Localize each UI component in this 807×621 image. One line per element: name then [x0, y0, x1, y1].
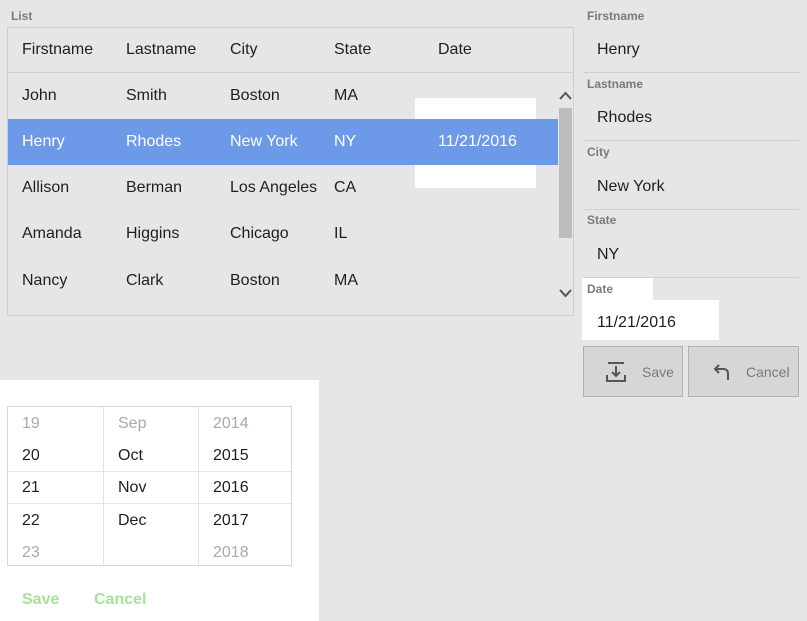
month-option-selected[interactable]: Nov [118, 479, 146, 497]
month-option[interactable]: Oct [118, 447, 143, 465]
cell-city: New York [230, 133, 298, 150]
cell-city: Los Angeles [230, 179, 318, 196]
list-scrollbar[interactable] [558, 84, 573, 304]
scrollbar-thumb[interactable] [559, 108, 572, 238]
list-header: Firstname Lastname City State Date [8, 28, 573, 73]
year-option[interactable]: 2015 [213, 447, 249, 465]
day-option[interactable]: 20 [22, 447, 40, 465]
picker-cancel-button[interactable]: Cancel [94, 591, 146, 609]
lastname-label: Lastname [587, 77, 644, 91]
undo-arrow-icon [710, 361, 732, 383]
date-picker-popup: 19 20 21 22 23 Sep Oct Nov Dec 2014 2015… [0, 380, 319, 621]
lastname-field[interactable]: Rhodes [597, 109, 652, 127]
cell-lastname: Higgins [126, 225, 180, 242]
list-row-selected[interactable]: Henry Rhodes New York NY 11/21/2016 [8, 119, 558, 165]
cell-firstname: Nancy [22, 272, 68, 289]
save-button-label: Save [642, 364, 674, 380]
cell-state: NY [334, 133, 357, 150]
day-wheel[interactable]: 19 20 21 22 23 [8, 407, 103, 565]
column-header-lastname[interactable]: Lastname [126, 41, 196, 59]
year-option[interactable]: 2017 [213, 512, 249, 530]
chevron-up-icon[interactable] [558, 88, 573, 102]
lastname-divider [584, 140, 799, 141]
state-field[interactable]: NY [597, 246, 619, 264]
cell-firstname: Allison [22, 179, 70, 196]
cell-lastname: Rhodes [126, 133, 182, 150]
date-field[interactable]: 11/21/2016 [597, 314, 676, 332]
chevron-down-icon[interactable] [558, 286, 573, 300]
day-option[interactable]: 22 [22, 512, 40, 530]
month-wheel[interactable]: Sep Oct Nov Dec [103, 407, 199, 565]
person-list[interactable]: Firstname Lastname City State Date John … [7, 27, 574, 316]
year-option-selected[interactable]: 2016 [213, 479, 249, 497]
city-label: City [587, 145, 610, 159]
year-option[interactable]: 2014 [213, 415, 249, 433]
save-button[interactable]: Save [583, 346, 683, 397]
cell-lastname: Smith [126, 87, 167, 104]
list-row[interactable]: Allison Berman Los Angeles CA [8, 165, 558, 211]
state-label: State [587, 213, 617, 227]
cancel-button-label: Cancel [746, 364, 790, 380]
cell-state: MA [334, 272, 358, 289]
list-row[interactable]: Amanda Higgins Chicago IL [8, 211, 558, 257]
day-option-selected[interactable]: 21 [22, 479, 40, 497]
day-option[interactable]: 23 [22, 544, 40, 562]
day-option[interactable]: 19 [22, 415, 40, 433]
cell-date: 11/21/2016 [438, 133, 517, 150]
date-picker-wheels: 19 20 21 22 23 Sep Oct Nov Dec 2014 2015… [7, 406, 292, 566]
cell-firstname: John [22, 87, 57, 104]
cell-state: MA [334, 87, 358, 104]
column-header-state[interactable]: State [334, 41, 371, 59]
cell-lastname: Berman [126, 179, 183, 196]
list-label: List [11, 9, 33, 23]
firstname-field[interactable]: Henry [597, 41, 640, 59]
cell-lastname: Clark [126, 272, 164, 289]
cell-city: Boston [230, 87, 280, 104]
cell-city: Chicago [230, 225, 289, 242]
date-label: Date [587, 282, 614, 296]
cancel-button[interactable]: Cancel [688, 346, 799, 397]
cell-firstname: Amanda [22, 225, 82, 242]
cell-firstname: Henry [22, 133, 65, 150]
month-option[interactable]: Sep [118, 415, 146, 433]
cell-state: IL [334, 225, 348, 242]
cell-state: CA [334, 179, 357, 196]
list-row[interactable]: Nancy Clark Boston MA [8, 258, 558, 304]
column-header-date[interactable]: Date [438, 41, 472, 59]
column-header-city[interactable]: City [230, 41, 258, 59]
list-row[interactable]: John Smith Boston MA [8, 73, 558, 119]
column-header-firstname[interactable]: Firstname [22, 41, 93, 59]
city-field[interactable]: New York [597, 178, 665, 196]
cell-city: Boston [230, 272, 280, 289]
month-option[interactable]: Dec [118, 512, 146, 530]
firstname-label: Firstname [587, 9, 645, 23]
picker-save-button[interactable]: Save [22, 591, 59, 609]
year-option[interactable]: 2018 [213, 544, 249, 562]
download-tray-icon [605, 361, 627, 383]
year-wheel[interactable]: 2014 2015 2016 2017 2018 [198, 407, 291, 565]
city-divider [584, 209, 799, 210]
firstname-divider [584, 72, 799, 73]
